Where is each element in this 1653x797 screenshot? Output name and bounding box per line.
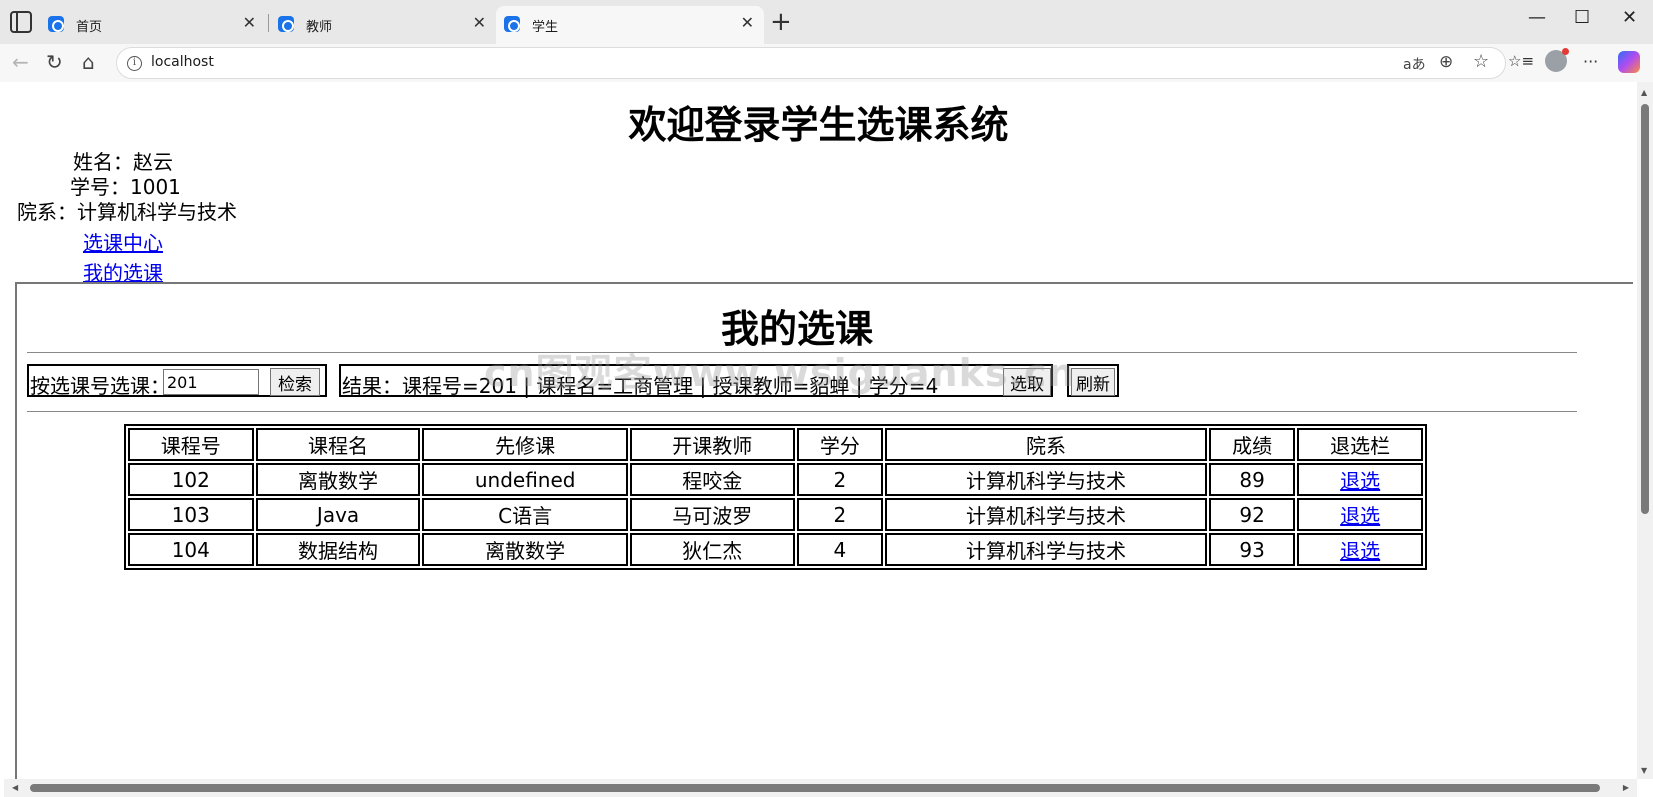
student-department: 院系：计算机科学与技术	[17, 200, 237, 224]
favorite-star-icon[interactable]: ☆	[1473, 51, 1489, 72]
table-row: 102 离散数学 undefined 程咬金 2 计算机科学与技术 89 退选	[128, 463, 1423, 496]
cell-course-id: 104	[128, 533, 254, 566]
header-credits: 学分	[796, 428, 884, 461]
tab-title: 首页	[76, 20, 103, 35]
header-drop: 退选栏	[1297, 428, 1423, 461]
cell-department: 计算机科学与技术	[885, 463, 1207, 496]
cell-credits: 4	[796, 533, 884, 566]
page-viewport: 欢迎登录学生选课系统 姓名：赵云 学号：1001 院系：计算机科学与技术 选课中…	[4, 82, 1633, 779]
scroll-up-icon[interactable]: ▲	[1641, 88, 1647, 97]
cell-drop: 退选	[1297, 498, 1423, 531]
new-tab-icon[interactable]: +	[770, 5, 792, 39]
cell-course-id: 103	[128, 498, 254, 531]
divider	[27, 411, 1577, 412]
header-department: 院系	[885, 428, 1207, 461]
search-button[interactable]: 检索	[270, 368, 320, 396]
tab-home[interactable]: 首页 ✕	[40, 6, 266, 44]
cell-credits: 2	[796, 498, 884, 531]
drop-course-link[interactable]: 退选	[1340, 504, 1380, 528]
tab-close-icon[interactable]: ✕	[473, 13, 486, 32]
watermark: cn图观客www.wsiguanks.cn	[484, 351, 1076, 395]
refresh-icon[interactable]: ↻	[46, 50, 63, 74]
cell-grade: 92	[1208, 498, 1296, 531]
tab-favicon-icon	[48, 16, 64, 32]
tab-title: 学生	[532, 20, 559, 35]
cell-credits: 2	[796, 463, 884, 496]
horizontal-scrollbar[interactable]: ◀ ▶	[4, 779, 1637, 797]
tab-teacher[interactable]: 教师 ✕	[270, 6, 496, 44]
address-bar[interactable]: i localhost aあ ⊕ ☆	[116, 47, 1506, 79]
refresh-button[interactable]: 刷新	[1071, 368, 1115, 396]
home-icon[interactable]: ⌂	[82, 50, 95, 74]
header-teacher: 开课教师	[629, 428, 795, 461]
nav-link-course-center[interactable]: 选课中心	[83, 227, 163, 256]
window-close-icon[interactable]: ✕	[1622, 7, 1637, 28]
drop-course-link[interactable]: 退选	[1340, 539, 1380, 563]
my-courses-table: 课程号 课程名 先修课 开课教师 学分 院系 成绩 退选栏 102 离散数学 u…	[124, 424, 1427, 570]
cell-grade: 89	[1208, 463, 1296, 496]
cell-department: 计算机科学与技术	[885, 533, 1207, 566]
course-id-input[interactable]	[163, 369, 259, 395]
table-row: 104 数据结构 离散数学 狄仁杰 4 计算机科学与技术 93 退选	[128, 533, 1423, 566]
page-title: 欢迎登录学生选课系统	[628, 103, 1009, 147]
cell-course-name: 离散数学	[255, 463, 421, 496]
cell-prerequisite: 离散数学	[422, 533, 628, 566]
back-icon[interactable]: ←	[12, 50, 29, 74]
tab-close-icon[interactable]: ✕	[243, 13, 256, 32]
maximize-icon[interactable]: ☐	[1574, 7, 1590, 28]
drop-course-link[interactable]: 退选	[1340, 469, 1380, 493]
cell-course-name: Java	[255, 498, 421, 531]
cell-course-id: 102	[128, 463, 254, 496]
tab-bar: 首页 ✕ 教师 ✕ 学生 ✕ + — ☐ ✕	[0, 0, 1653, 44]
scroll-right-icon[interactable]: ▶	[1623, 783, 1629, 792]
cell-prerequisite: undefined	[422, 463, 628, 496]
url-text: localhost	[151, 54, 214, 70]
tab-title: 教师	[306, 20, 333, 35]
cell-drop: 退选	[1297, 533, 1423, 566]
tab-separator	[268, 14, 269, 32]
header-course-name: 课程名	[255, 428, 421, 461]
tab-close-icon[interactable]: ✕	[741, 13, 754, 32]
search-form: 按选课号选课： 检索	[27, 364, 327, 398]
profile-avatar[interactable]	[1545, 48, 1569, 72]
browser-toolbar: ← ↻ ⌂ i localhost aあ ⊕ ☆ ☆≡ ···	[0, 44, 1653, 82]
header-course-id: 课程号	[128, 428, 254, 461]
cell-grade: 93	[1208, 533, 1296, 566]
site-info-icon[interactable]: i	[127, 56, 142, 71]
horizontal-scroll-thumb[interactable]	[30, 784, 1600, 792]
copilot-icon[interactable]	[1618, 51, 1640, 73]
cell-teacher: 程咬金	[629, 463, 795, 496]
tab-actions-icon[interactable]	[10, 11, 32, 33]
favorites-icon[interactable]: ☆≡	[1508, 52, 1534, 70]
cell-prerequisite: C语言	[422, 498, 628, 531]
tab-favicon-icon	[278, 16, 294, 32]
cell-teacher: 马可波罗	[629, 498, 795, 531]
vertical-scrollbar[interactable]: ▲ ▼	[1637, 82, 1653, 779]
tab-favicon-icon	[504, 16, 520, 32]
cell-course-name: 数据结构	[255, 533, 421, 566]
more-menu-icon[interactable]: ···	[1583, 52, 1598, 71]
cell-drop: 退选	[1297, 463, 1423, 496]
read-aloud-icon[interactable]: aあ	[1403, 54, 1426, 74]
minimize-icon[interactable]: —	[1528, 7, 1546, 28]
tab-student[interactable]: 学生 ✕	[496, 6, 764, 44]
header-prerequisite: 先修课	[422, 428, 628, 461]
scroll-left-icon[interactable]: ◀	[12, 783, 18, 792]
cell-department: 计算机科学与技术	[885, 498, 1207, 531]
cell-teacher: 狄仁杰	[629, 533, 795, 566]
header-grade: 成绩	[1208, 428, 1296, 461]
scroll-down-icon[interactable]: ▼	[1641, 766, 1647, 775]
zoom-icon[interactable]: ⊕	[1439, 52, 1453, 72]
vertical-scroll-thumb[interactable]	[1641, 104, 1649, 514]
table-header-row: 课程号 课程名 先修课 开课教师 学分 院系 成绩 退选栏	[128, 428, 1423, 461]
table-row: 103 Java C语言 马可波罗 2 计算机科学与技术 92 退选	[128, 498, 1423, 531]
search-label: 按选课号选课：	[30, 374, 170, 398]
